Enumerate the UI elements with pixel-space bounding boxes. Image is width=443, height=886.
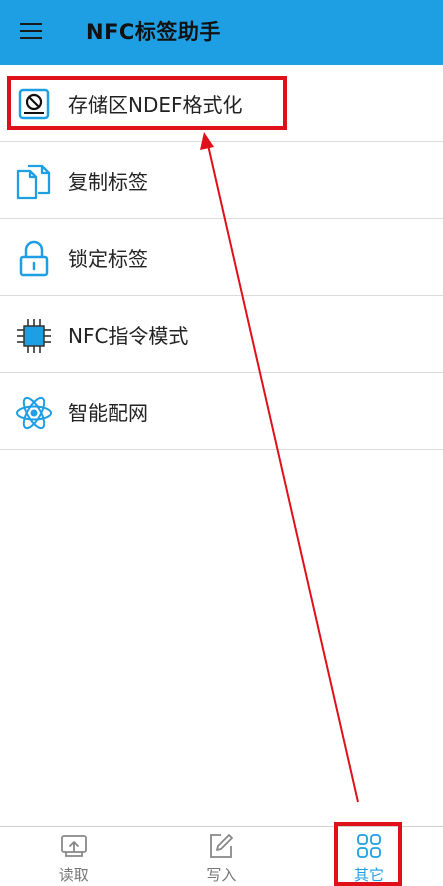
chip-icon <box>17 319 51 353</box>
read-tray-icon <box>60 835 87 857</box>
menu-item-nfc-command[interactable]: NFC指令模式 <box>0 296 443 373</box>
atom-icon <box>16 396 52 430</box>
app-title: NFC标签助手 <box>86 20 221 44</box>
app-bar: NFC标签助手 <box>0 0 443 65</box>
menu-item-smart-network[interactable]: 智能配网 <box>0 373 443 450</box>
tab-other[interactable]: 其它 <box>295 827 443 886</box>
menu-item-lock-tag[interactable]: 锁定标签 <box>0 219 443 296</box>
menu-item-label: 复制标签 <box>68 170 148 194</box>
tab-label: 读取 <box>58 866 89 884</box>
bottom-navigation: 读取 写入 其它 <box>0 826 443 886</box>
lock-icon <box>19 240 49 277</box>
menu-list: 存储区NDEF格式化 复制标签 锁定标签 NFC指令模式 智能配网 <box>0 65 443 450</box>
hamburger-menu-icon[interactable] <box>18 20 46 44</box>
menu-item-label: NFC指令模式 <box>68 324 189 348</box>
copy-icon <box>16 164 51 200</box>
menu-item-label: 智能配网 <box>68 401 148 425</box>
tab-write[interactable]: 写入 <box>148 827 296 886</box>
tab-label: 其它 <box>353 866 384 884</box>
edit-icon <box>210 834 234 858</box>
menu-item-label: 存储区NDEF格式化 <box>68 93 243 117</box>
grid-apps-icon <box>357 834 381 858</box>
storage-format-icon <box>18 88 50 120</box>
tab-read[interactable]: 读取 <box>0 827 148 886</box>
menu-item-label: 锁定标签 <box>68 247 148 271</box>
menu-item-ndef-format[interactable]: 存储区NDEF格式化 <box>0 65 443 142</box>
tab-label: 写入 <box>206 866 237 884</box>
menu-item-copy-tag[interactable]: 复制标签 <box>0 142 443 219</box>
